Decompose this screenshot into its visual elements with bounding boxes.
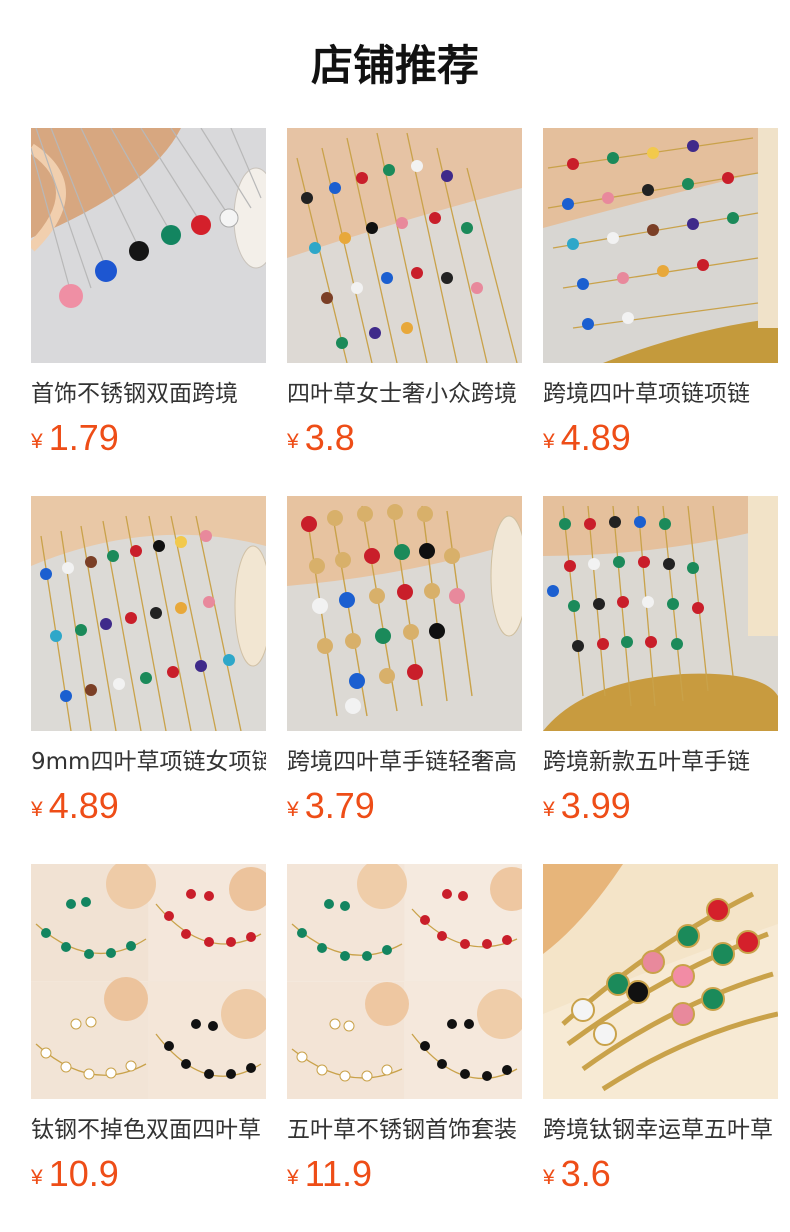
product-price: ¥4.89 xyxy=(543,417,631,459)
product-card[interactable]: 四叶草女士奢小众跨境 ¥3.8 xyxy=(287,128,522,458)
currency-symbol: ¥ xyxy=(543,1166,555,1189)
price-value: 4.89 xyxy=(48,785,119,826)
product-price: ¥3.79 xyxy=(287,785,375,827)
product-card[interactable]: 跨境四叶草项链项链 ¥4.89 xyxy=(543,128,778,458)
product-price: ¥3.8 xyxy=(287,417,355,459)
product-card[interactable]: 跨境新款五叶草手链 ¥3.99 xyxy=(543,496,778,826)
price-value: 4.89 xyxy=(560,417,631,458)
price-value: 11.9 xyxy=(304,1153,373,1194)
product-price: ¥3.99 xyxy=(543,785,631,827)
product-image[interactable] xyxy=(31,864,266,1099)
product-price: ¥1.79 xyxy=(31,417,119,459)
currency-symbol: ¥ xyxy=(31,798,43,821)
product-name[interactable]: 跨境四叶草项链项链 xyxy=(543,378,778,410)
currency-symbol: ¥ xyxy=(543,430,555,453)
currency-symbol: ¥ xyxy=(287,1166,299,1189)
product-image[interactable] xyxy=(287,496,522,731)
product-name[interactable]: 跨境钛钢幸运草五叶草 xyxy=(543,1114,778,1146)
product-card[interactable]: 首饰不锈钢双面跨境 ¥1.79 xyxy=(31,128,266,458)
product-image[interactable] xyxy=(543,864,778,1099)
price-value: 10.9 xyxy=(48,1153,119,1194)
product-grid: 首饰不锈钢双面跨境 ¥1.79 四叶草女士奢小众跨境 ¥ 3.8 跨境四叶草项链… xyxy=(31,128,790,1232)
product-name[interactable]: 钛钢不掉色双面四叶草 xyxy=(31,1114,266,1146)
product-name[interactable]: 首饰不锈钢双面跨境 xyxy=(31,378,266,410)
product-card[interactable]: 五叶草不锈钢首饰套装 ¥11.9 xyxy=(287,864,522,1194)
currency-symbol: ¥ xyxy=(543,798,555,821)
product-price: ¥3.6 xyxy=(543,1153,611,1195)
product-name[interactable]: 9mm四叶草项链女项链 xyxy=(31,746,266,778)
product-image[interactable] xyxy=(543,128,778,363)
product-image[interactable] xyxy=(543,496,778,731)
price-value: 1.79 xyxy=(48,417,119,458)
product-image[interactable] xyxy=(31,496,266,731)
product-name[interactable]: 跨境新款五叶草手链 xyxy=(543,746,778,778)
product-price: ¥10.9 xyxy=(31,1153,119,1195)
currency-symbol: ¥ xyxy=(287,798,299,821)
shop-recommend-page: 店铺推荐 首饰不锈钢双面跨境 ¥ 1.79 四叶草女士奢小众跨境 ¥ 3.8 跨… xyxy=(0,0,790,1232)
product-image[interactable] xyxy=(287,128,522,363)
product-name[interactable]: 五叶草不锈钢首饰套装 xyxy=(287,1114,522,1146)
product-name[interactable]: 四叶草女士奢小众跨境 xyxy=(287,378,522,410)
price-value: 3.6 xyxy=(560,1153,611,1194)
section-title: 店铺推荐 xyxy=(310,41,479,90)
price-value: 3.8 xyxy=(304,417,355,458)
product-card[interactable]: 跨境四叶草手链轻奢高 ¥3.79 xyxy=(287,496,522,826)
currency-symbol: ¥ xyxy=(31,1166,43,1189)
product-name[interactable]: 跨境四叶草手链轻奢高 xyxy=(287,746,522,778)
product-price: ¥11.9 xyxy=(287,1153,372,1195)
price-value: 3.99 xyxy=(560,785,631,826)
product-image[interactable] xyxy=(31,128,266,363)
product-price: ¥4.89 xyxy=(31,785,119,827)
product-image[interactable] xyxy=(287,864,522,1099)
product-card[interactable]: 钛钢不掉色双面四叶草 ¥10.9 xyxy=(31,864,266,1194)
currency-symbol: ¥ xyxy=(31,430,43,453)
price-value: 3.79 xyxy=(304,785,375,826)
product-card[interactable]: 跨境钛钢幸运草五叶草 ¥3.6 xyxy=(543,864,778,1194)
product-card[interactable]: 9mm四叶草项链女项链 ¥4.89 xyxy=(31,496,266,826)
currency-symbol: ¥ xyxy=(287,430,299,453)
